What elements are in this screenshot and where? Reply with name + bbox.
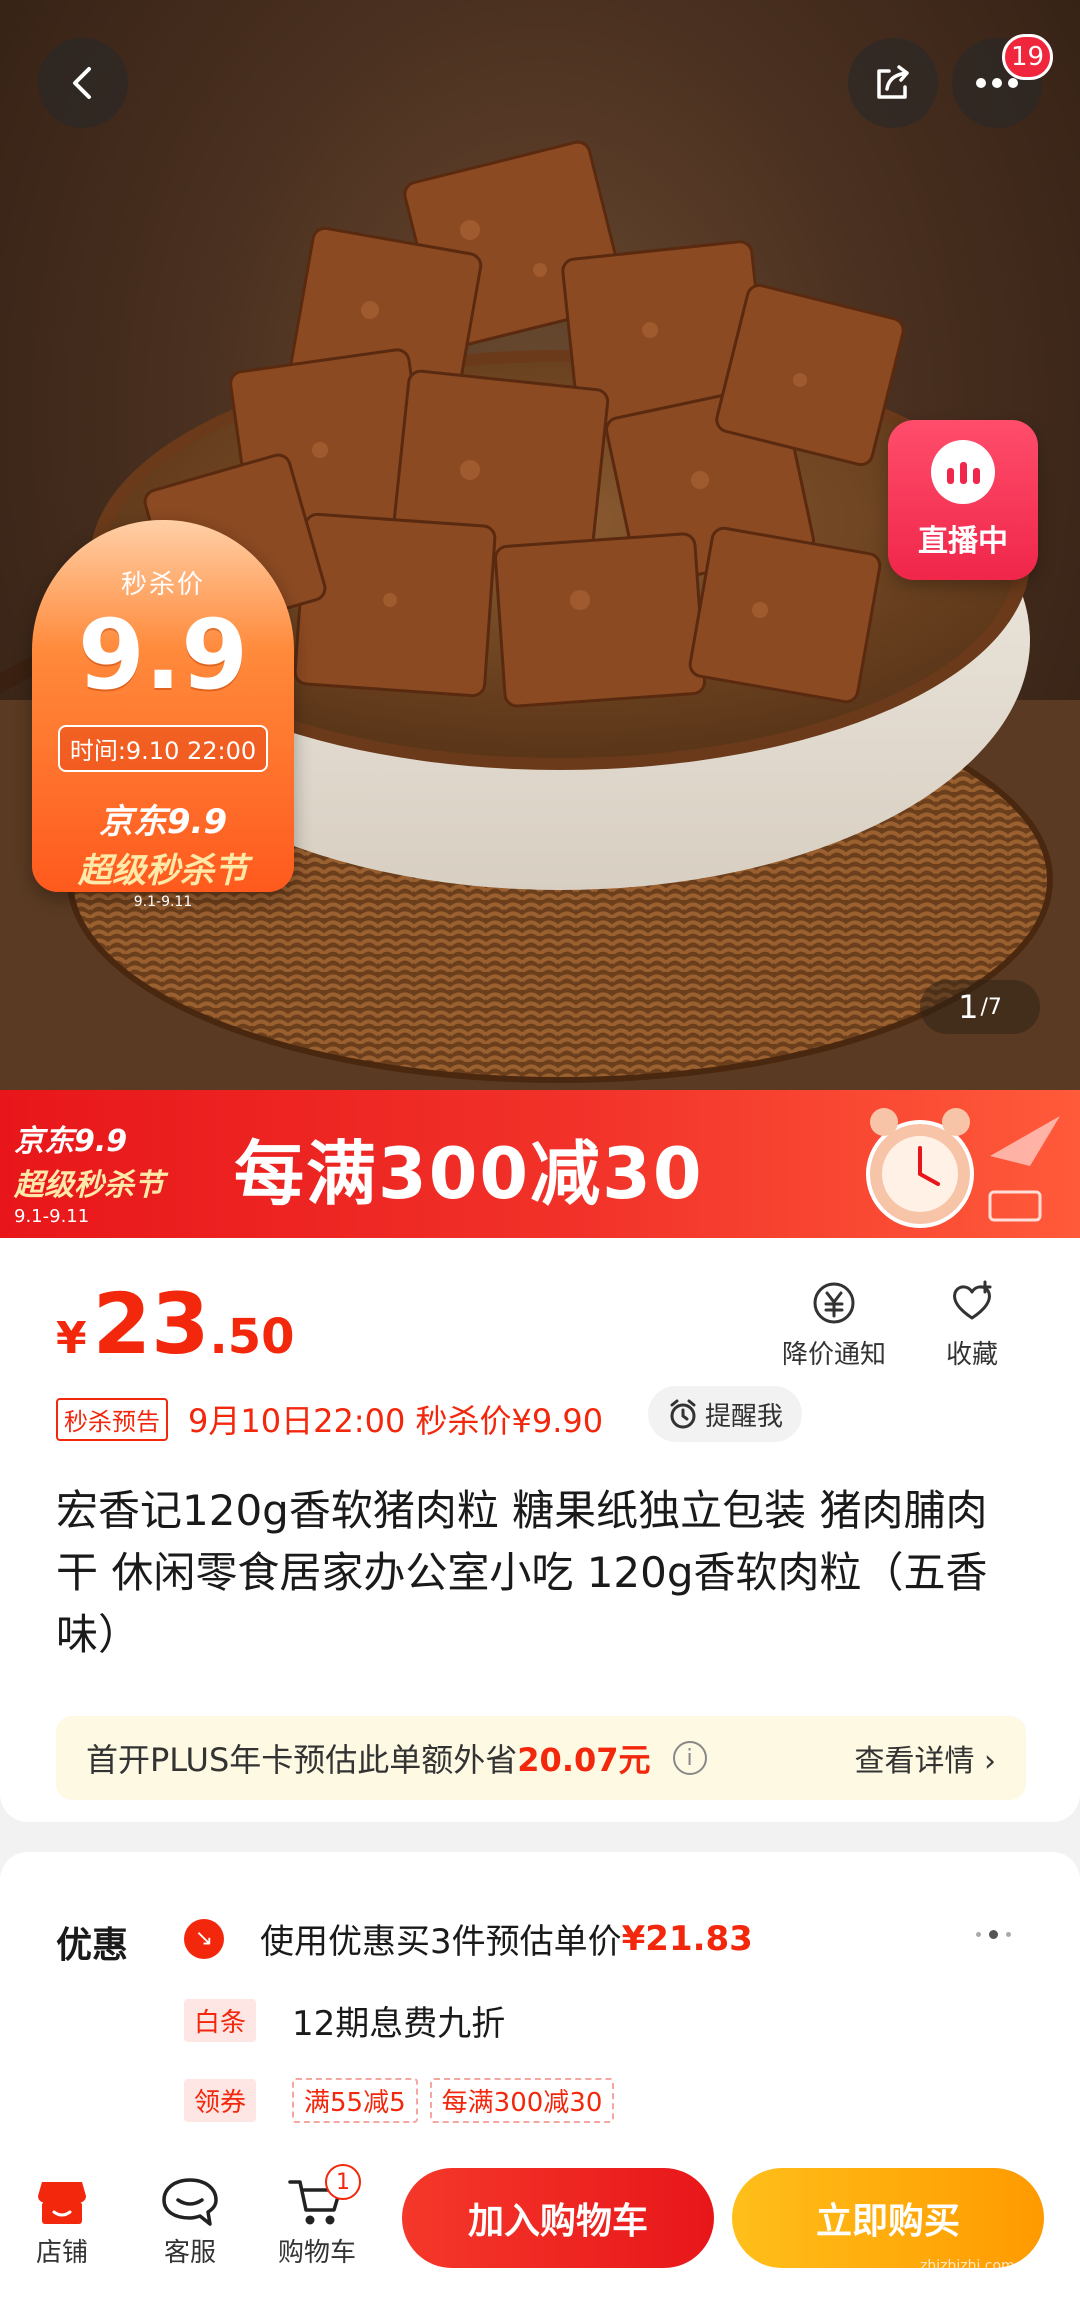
plus-amount: 20.07元 — [517, 1741, 651, 1779]
banner-title: 每满300减30 — [234, 1133, 704, 1215]
watermark: zhizhizhi.com — [920, 2258, 1015, 2274]
store-icon — [32, 2172, 92, 2232]
live-label: 直播中 — [918, 524, 1008, 559]
buy-now-button[interactable]: 立即购买 — [732, 2168, 1044, 2268]
store-button[interactable]: 店铺 — [32, 2172, 92, 2269]
flash-sale-preview: 秒杀预告 9月10日22:00 秒杀价¥9.90 — [56, 1396, 603, 1442]
price-alert-button[interactable]: 降价通知 — [782, 1278, 886, 1371]
price-integer: 23 — [92, 1275, 210, 1373]
product-title: 宏香记120g香软猪肉粒 糖果纸独立包装 猪肉脯肉干 休闲零食居家办公室小吃 1… — [56, 1486, 988, 1659]
product-price: ¥ 23 .50 — [56, 1282, 295, 1366]
banner-fest-dates: 9.1-9.11 — [14, 1206, 90, 1227]
festival-logo-line1: 京东9.9 — [98, 802, 228, 842]
festival-logo-line2: 超级秒杀节 — [78, 851, 248, 891]
image-index: 1 — [958, 988, 979, 1026]
info-icon[interactable]: i — [672, 1741, 707, 1775]
coupon-tag: 领券 — [184, 2079, 257, 2122]
customer-service-button[interactable]: 客服 — [160, 2172, 220, 2269]
remind-me-label: 提醒我 — [704, 1401, 783, 1432]
share-icon — [877, 65, 909, 99]
flash-sale-price-tag: 秒杀价 9.9 时间:9.10 22:00 京东9.9 超级秒杀节 9.1-9.… — [32, 520, 294, 910]
arrow-down-right-icon: ↘ — [184, 1918, 224, 1959]
share-button[interactable] — [848, 38, 938, 128]
offers-heading: 优惠 — [56, 1925, 129, 1966]
favorite-label: 收藏 — [946, 1340, 999, 1370]
product-info-card: ¥ 23 .50 降价通知 收藏 秒杀预告 9月10日22:00 秒杀价¥9.9… — [0, 1238, 1080, 1822]
image-counter: 1 /7 — [920, 980, 1040, 1034]
offer-baitiao[interactable]: 白条 12期息费九折 — [184, 1996, 505, 2045]
price-alert-label: 降价通知 — [782, 1340, 887, 1370]
product-image-carousel[interactable]: 19 直播中 秒杀价 9.9 时间:9.10 22:00 京东9.9 超级秒杀节… — [0, 0, 1080, 1090]
service-label: 客服 — [163, 2238, 216, 2268]
coupon-item[interactable]: 每满300减30 — [429, 2078, 615, 2123]
price-alert-icon — [813, 1282, 855, 1324]
banner-fest-line2: 超级秒杀节 — [14, 1168, 164, 1203]
plus-detail-link[interactable]: 查看详情 › — [854, 1736, 996, 1780]
remind-me-button[interactable]: 提醒我 — [648, 1386, 802, 1442]
flash-sale-price: 9.9 — [77, 599, 249, 711]
back-button[interactable] — [38, 38, 128, 128]
chat-icon — [160, 2172, 220, 2232]
cart-count-badge: 1 — [325, 2164, 361, 2200]
heart-icon — [953, 1280, 992, 1320]
alarm-clock-illustration — [866, 1108, 1060, 1228]
live-stream-button[interactable]: 直播中 — [888, 420, 1038, 580]
flash-sale-time: 时间:9.10 22:00 — [57, 725, 269, 772]
plus-text: 首开PLUS年卡预估此单额外省 — [86, 1741, 518, 1779]
price-currency: ¥ — [56, 1313, 87, 1364]
coupon-item[interactable]: 满55减5 — [292, 2078, 418, 2123]
festival-dates: 9.1-9.11 — [133, 894, 193, 910]
image-total: /7 — [980, 994, 1002, 1020]
banner-festival-logo: 京东9.9 超级秒杀节 9.1-9.11 — [14, 1116, 184, 1227]
baitiao-tag: 白条 — [184, 1999, 257, 2042]
cart-icon: 1 — [287, 2164, 361, 2232]
chevron-left-icon — [73, 67, 91, 99]
flash-sale-label: 秒杀价 — [120, 570, 205, 600]
baitiao-text: 12期息费九折 — [292, 2004, 506, 2044]
flash-sale-preview-text: 9月10日22:00 秒杀价¥9.90 — [188, 1402, 604, 1440]
price-decimal: .50 — [209, 1309, 295, 1365]
more-dots-icon — [976, 78, 1018, 88]
add-to-cart-button[interactable]: 加入购物车 — [402, 2168, 714, 2268]
cart-button[interactable]: 1 购物车 — [278, 2164, 361, 2269]
live-icon — [931, 440, 995, 504]
offer-coupons[interactable]: 领券 满55减5 每满300减30 — [184, 2078, 626, 2123]
plus-membership-bar[interactable]: 首开PLUS年卡预估此单额外省 20.07元 i 查看详情 › — [56, 1716, 1026, 1800]
cart-label: 购物车 — [278, 2238, 357, 2268]
alarm-icon — [670, 1399, 696, 1429]
store-label: 店铺 — [35, 2238, 88, 2268]
banner-fest-line1: 京东9.9 — [14, 1124, 128, 1159]
offer-multi-buy[interactable]: ↘ 使用优惠买3件预估单价 ¥21.83 — [184, 1914, 753, 1963]
flash-sale-preview-tag: 秒杀预告 — [56, 1397, 168, 1441]
offer-page-dots — [976, 1930, 1011, 1939]
offer-multi-buy-text: 使用优惠买3件预估单价 — [260, 1922, 622, 1962]
notification-badge: 19 — [1002, 34, 1054, 80]
bottom-action-bar: 店铺 客服 1 购物车 加入购物车 立即购买 — [0, 2148, 1080, 2304]
favorite-button[interactable]: 收藏 — [946, 1278, 998, 1371]
promo-banner[interactable]: 京东9.9 超级秒杀节 9.1-9.11 每满300减30 — [0, 1090, 1080, 1238]
offer-multi-buy-value: ¥21.83 — [621, 1918, 753, 1959]
